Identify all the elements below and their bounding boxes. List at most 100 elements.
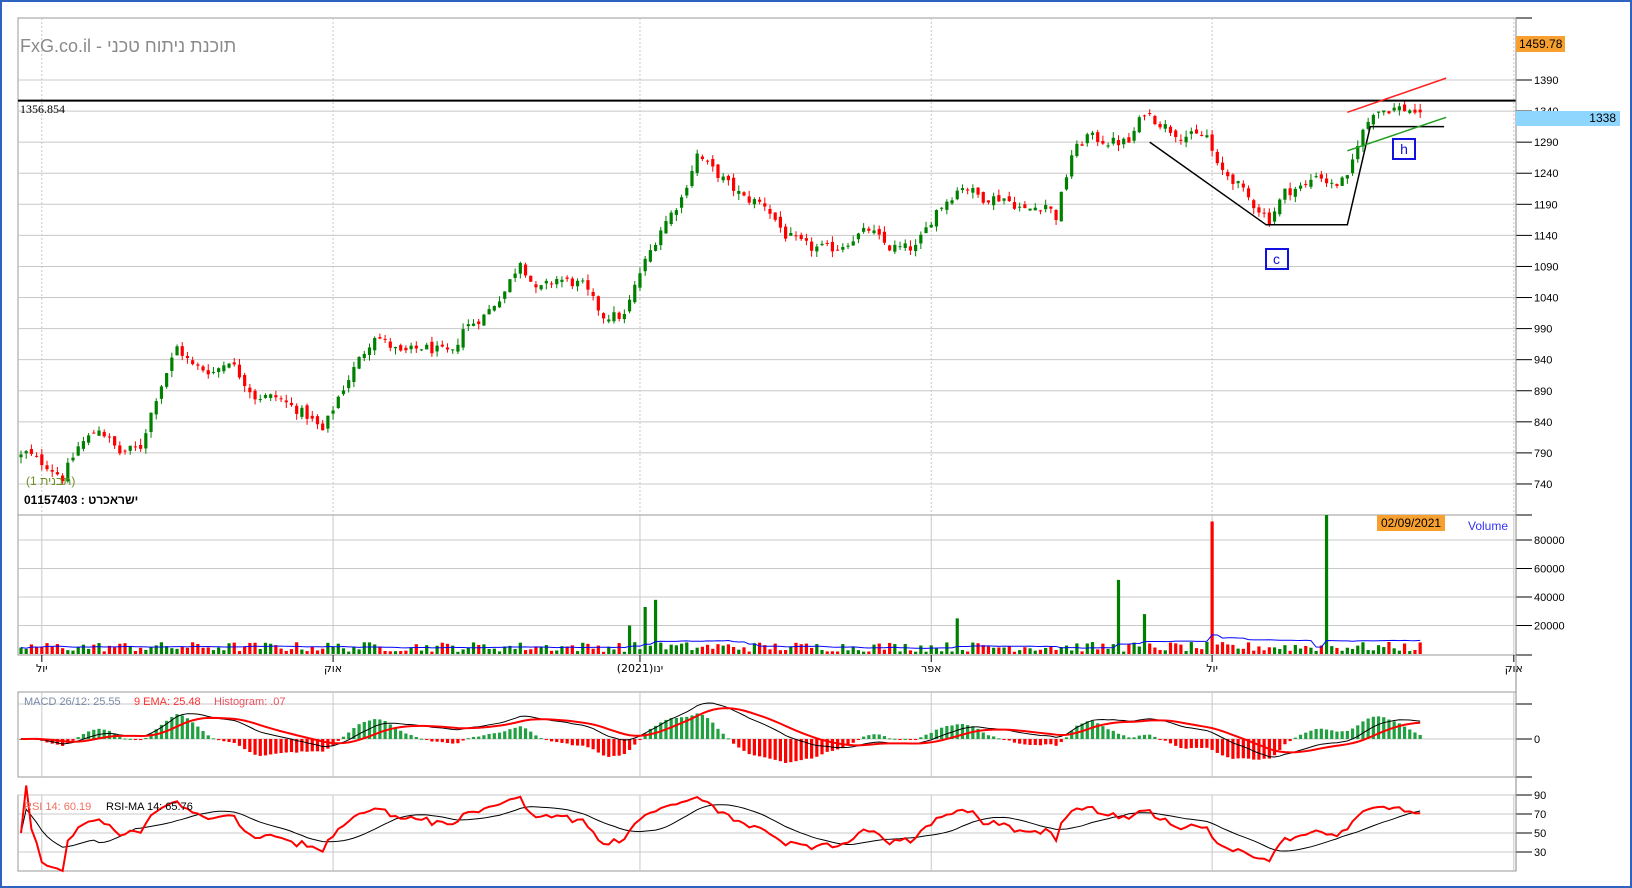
candle-body	[794, 235, 798, 237]
candle-body	[523, 264, 528, 276]
volume-bar	[336, 643, 340, 654]
macd-histogram-bar	[1012, 739, 1017, 743]
volume-bar	[1179, 644, 1183, 654]
candle-body	[815, 246, 819, 252]
rsi-ma-label: RSI-MA 14: 65.76	[106, 801, 193, 813]
volume-bar	[289, 649, 294, 654]
candle-body	[440, 344, 444, 347]
volume-bar	[1153, 647, 1157, 654]
candle-body	[997, 195, 1001, 202]
volume-bar	[1366, 650, 1370, 654]
volume-bar	[685, 642, 689, 654]
candle-body	[206, 370, 210, 375]
volume-bar	[893, 644, 897, 654]
candle-body	[305, 405, 309, 419]
candle-body	[846, 245, 850, 247]
macd-histogram-bar	[217, 739, 221, 741]
macd-histogram-bar	[523, 728, 528, 739]
volume-bar	[882, 649, 887, 654]
volume-bar	[1002, 647, 1006, 654]
volume-bar	[409, 647, 413, 654]
volume-bar	[1174, 643, 1178, 654]
volume-bar	[477, 644, 481, 654]
macd-histogram-bar	[456, 739, 460, 744]
macd-histogram-bar	[575, 739, 580, 746]
macd-histogram-bar	[1293, 737, 1297, 739]
candle-body	[591, 291, 595, 297]
candle-body	[19, 454, 23, 458]
volume-bar	[529, 649, 533, 654]
volume-bar	[196, 643, 200, 654]
macd-histogram-bar	[1278, 739, 1282, 751]
volume-bar	[877, 643, 881, 654]
candle-body	[445, 347, 450, 350]
macd-histogram-bar	[92, 729, 96, 739]
macd-histogram-bar	[409, 735, 413, 739]
volume-bar	[1267, 647, 1271, 654]
volume-bar	[461, 649, 465, 654]
candle-body	[503, 291, 507, 299]
volume-bar	[810, 647, 814, 654]
macd-histogram-bar	[1064, 737, 1069, 739]
macd-histogram-bar	[924, 734, 928, 739]
macd-histogram-bar	[1106, 729, 1110, 739]
candle-body	[144, 433, 148, 449]
macd-histogram-bar	[1345, 730, 1349, 739]
macd-histogram-bar	[674, 717, 678, 739]
macd-histogram-bar	[705, 718, 710, 739]
candle-body	[674, 210, 678, 215]
volume-bar	[612, 649, 616, 654]
macd-histogram-bar	[627, 739, 632, 750]
volume-bar	[726, 644, 730, 654]
volume-tick-label: 20000	[1534, 621, 1565, 633]
macd-histogram-bar	[789, 739, 793, 763]
macd-histogram-bar	[133, 739, 138, 740]
candle-body	[1080, 144, 1084, 146]
price-tick-label: 990	[1534, 324, 1552, 336]
volume-bar	[539, 647, 543, 654]
candle-body	[778, 216, 783, 228]
rsi-tick-label: 50	[1534, 828, 1546, 840]
candle-body	[633, 284, 637, 303]
candle-body	[149, 412, 153, 432]
volume-bar	[1054, 649, 1058, 654]
candle-body	[596, 296, 600, 311]
macd-histogram-bar	[326, 739, 330, 749]
candle-body	[383, 338, 387, 340]
volume-bar	[248, 642, 252, 654]
chart-canvas[interactable]: 1390134012901240119011401090104099094089…	[2, 2, 1632, 888]
volume-bar	[737, 649, 741, 654]
candle-body	[648, 250, 652, 262]
volume-bar	[1361, 642, 1365, 654]
wave-c-label[interactable]: c	[1264, 248, 1289, 271]
volume-bar	[55, 644, 60, 654]
candle-body	[784, 226, 788, 239]
macd-histogram-bar	[757, 739, 762, 757]
candle-body	[1252, 200, 1256, 209]
macd-histogram-bar	[700, 714, 704, 739]
candle-body	[971, 188, 975, 193]
candle-body	[1049, 206, 1053, 209]
candle-body	[1148, 113, 1152, 115]
volume-bar	[784, 649, 788, 654]
volume-bar	[1106, 648, 1110, 654]
candle-body	[139, 444, 143, 449]
volume-bar	[1293, 644, 1297, 654]
volume-bar	[253, 642, 257, 654]
volume-bar	[1226, 644, 1230, 654]
candle-body	[1361, 129, 1365, 147]
macd-histogram-bar	[1090, 720, 1095, 739]
wave-h-label[interactable]: h	[1391, 138, 1416, 160]
date-tick-label: יול	[1206, 662, 1218, 675]
candle-body	[185, 355, 190, 358]
volume-bar	[66, 650, 70, 654]
volume-bar	[929, 645, 933, 654]
macd-histogram-bar	[1205, 739, 1209, 748]
candle-body	[425, 344, 429, 350]
macd-histogram-bar	[357, 724, 361, 739]
volume-bar	[627, 625, 632, 654]
macd-histogram-bar	[830, 739, 835, 751]
candle-body	[113, 436, 117, 446]
volume-bar	[29, 644, 34, 654]
volume-bar	[466, 647, 470, 654]
